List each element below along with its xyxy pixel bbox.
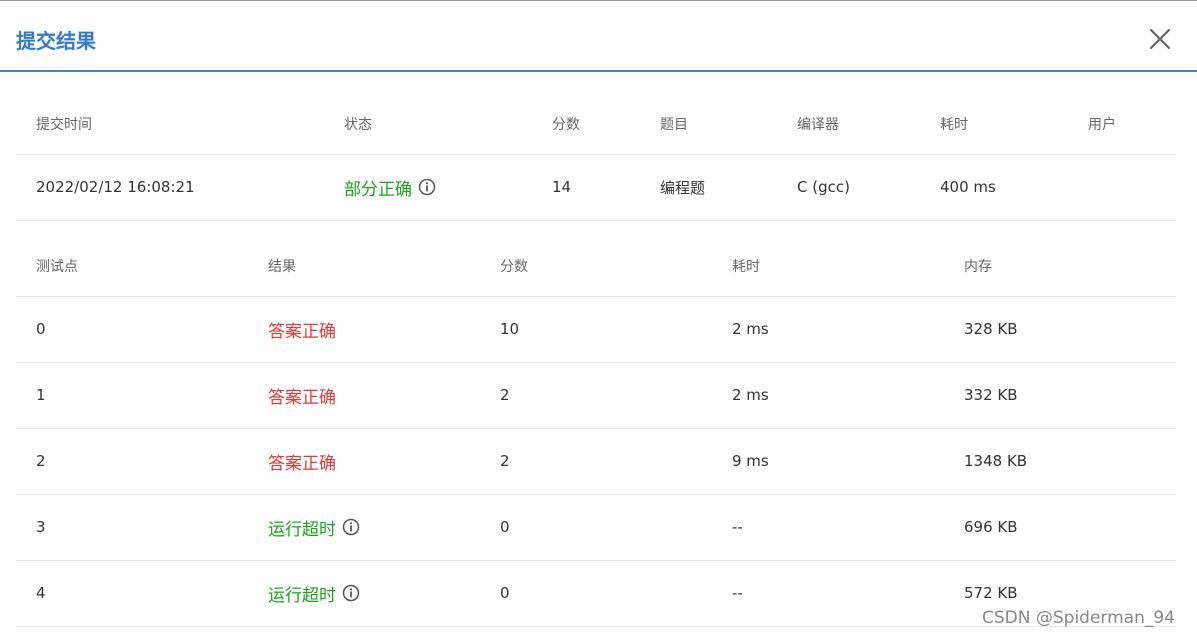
- case-time: --: [732, 518, 743, 536]
- dialog-header: 提交结果: [0, 1, 1197, 72]
- close-icon: [1149, 28, 1171, 50]
- col-duration: 耗时: [940, 116, 968, 133]
- submission-summary-table: 提交时间 状态 分数 题目 编译器 耗时 用户 2022/02/12 16:08…: [16, 94, 1176, 221]
- cases-header-row: 测试点 结果 分数 耗时 内存: [16, 236, 1176, 296]
- status-cell: 部分正确: [324, 154, 532, 220]
- case-score: 2: [500, 452, 510, 470]
- status-value: 部分正确: [344, 179, 412, 200]
- case-result: 运行超时: [248, 494, 480, 560]
- summary-header-row: 提交时间 状态 分数 题目 编译器 耗时 用户: [16, 94, 1176, 154]
- table-row: 1 答案正确 2 2 ms 332 KB: [16, 362, 1176, 428]
- col-test-point: 测试点: [36, 258, 78, 275]
- case-id: 2: [36, 452, 46, 470]
- col-score: 分数: [552, 116, 580, 133]
- case-score: 2: [500, 386, 510, 404]
- case-memory: 332 KB: [964, 386, 1018, 404]
- submit-time-value: 2022/02/12 16:08:21: [36, 178, 195, 196]
- col-case-score: 分数: [500, 258, 528, 275]
- compiler-value: C (gcc): [797, 178, 850, 196]
- col-compiler: 编译器: [797, 116, 839, 133]
- summary-row: 2022/02/12 16:08:21 部分正确 14 编程题 C (gcc) …: [16, 154, 1176, 220]
- table-row: 2 答案正确 2 9 ms 1348 KB: [16, 428, 1176, 494]
- case-id: 3: [36, 518, 46, 536]
- case-id: 4: [36, 584, 46, 602]
- case-result-text: 答案正确: [268, 387, 336, 408]
- case-id: 1: [36, 386, 46, 404]
- case-result: 答案正确: [248, 428, 480, 494]
- case-result-text: 答案正确: [268, 321, 336, 342]
- score-value: 14: [552, 178, 572, 196]
- case-time: 9 ms: [732, 452, 769, 470]
- col-case-time: 耗时: [732, 258, 760, 275]
- case-memory: 696 KB: [964, 518, 1018, 536]
- col-status: 状态: [344, 116, 372, 133]
- case-time: 2 ms: [732, 320, 769, 338]
- dialog-title: 提交结果: [16, 29, 96, 53]
- case-result-text: 运行超时: [268, 585, 336, 606]
- close-button[interactable]: [1146, 25, 1174, 53]
- case-result: 答案正确: [248, 296, 480, 362]
- case-memory: 328 KB: [964, 320, 1018, 338]
- info-icon[interactable]: [342, 518, 360, 536]
- info-icon[interactable]: [418, 178, 436, 196]
- case-result: 运行超时: [248, 560, 480, 626]
- case-time: --: [732, 584, 743, 602]
- submission-result-dialog: 提交结果 提交时间 状态 分数 题目 编译器 耗时 用户 2022/02/12 …: [0, 0, 1197, 638]
- info-icon[interactable]: [342, 584, 360, 602]
- case-score: 0: [500, 518, 510, 536]
- case-time: 2 ms: [732, 386, 769, 404]
- col-user: 用户: [1088, 116, 1116, 133]
- duration-value: 400 ms: [940, 178, 996, 196]
- table-row: 3 运行超时 0 -- 696 KB: [16, 494, 1176, 560]
- case-memory: 1348 KB: [964, 452, 1028, 470]
- case-score: 10: [500, 320, 520, 338]
- col-problem: 题目: [660, 116, 688, 133]
- col-result: 结果: [268, 258, 296, 275]
- case-result-text: 运行超时: [268, 519, 336, 540]
- test-cases-table: 测试点 结果 分数 耗时 内存 0 答案正确 10 2 ms 328 KB 1 …: [16, 236, 1176, 627]
- col-submit-time: 提交时间: [36, 116, 92, 133]
- watermark: CSDN @Spiderman_94: [982, 608, 1176, 628]
- case-id: 0: [36, 320, 46, 338]
- user-value: [1068, 154, 1176, 220]
- case-result: 答案正确: [248, 362, 480, 428]
- case-result-text: 答案正确: [268, 453, 336, 474]
- col-memory: 内存: [964, 258, 992, 275]
- table-row: 0 答案正确 10 2 ms 328 KB: [16, 296, 1176, 362]
- problem-value: 编程题: [660, 178, 706, 197]
- case-score: 0: [500, 584, 510, 602]
